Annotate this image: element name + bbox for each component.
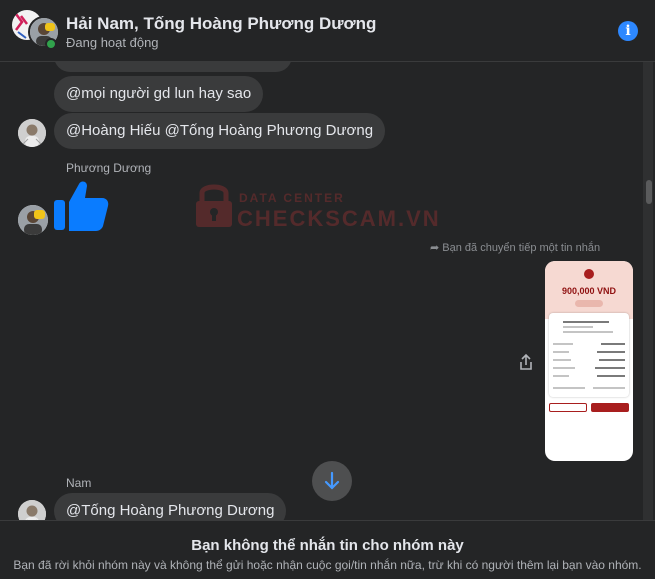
forwarded-text: Bạn đã chuyển tiếp một tin nhắn	[442, 242, 601, 254]
receipt-pill	[575, 300, 603, 307]
group-avatar[interactable]	[12, 10, 60, 50]
sender-name: Nam	[66, 476, 92, 490]
chat-header: Hải Nam, Tống Hoàng Phương Dương Đang ho…	[0, 0, 655, 62]
watermark-line-1: DATA CENTER	[239, 191, 345, 205]
arrow-down-icon	[324, 471, 340, 490]
notice-title: Bạn không thể nhắn tin cho nhóm này	[191, 537, 464, 554]
online-status-dot	[45, 38, 57, 50]
active-status: Đang hoạt động	[66, 35, 159, 50]
share-icon[interactable]	[516, 352, 536, 372]
scrollbar-thumb[interactable]	[646, 180, 652, 204]
avatar[interactable]	[18, 205, 48, 235]
forwarded-image-receipt[interactable]: 900,000 VND	[545, 261, 633, 461]
avatar[interactable]	[18, 119, 46, 147]
receipt-button-filled	[591, 403, 629, 412]
chat-title[interactable]: Hải Nam, Tống Hoàng Phương Dương	[66, 14, 376, 34]
thumbs-up-icon[interactable]	[52, 176, 110, 234]
receipt-details	[549, 313, 629, 397]
scrollbar-track[interactable]	[643, 62, 653, 520]
receipt-button-outline	[549, 403, 587, 412]
forwarded-note: ➦ Bạn đã chuyển tiếp một tin nhắn	[430, 241, 600, 254]
message-list[interactable]: @mọi người gd lun hay sao @Hoàng Hiếu @T…	[0, 62, 655, 520]
message-bubble[interactable]: @Tống Hoàng Phương Dương	[54, 493, 287, 520]
lock-icon	[196, 184, 232, 227]
watermark-line-2: CHECKSCAM.VN	[237, 206, 441, 231]
message-bubble[interactable]: @mọi người gd lun hay sao	[54, 76, 264, 112]
receipt-amount: 900,000 VND	[561, 286, 617, 296]
sender-name: Phương Dương	[66, 161, 152, 175]
message-bubble-partial[interactable]	[54, 62, 292, 72]
info-icon[interactable]: i	[618, 21, 638, 41]
message-bubble[interactable]: @Hoàng Hiếu @Tống Hoàng Phương Dương	[54, 113, 386, 149]
scroll-to-bottom-button[interactable]	[312, 461, 352, 501]
notice-subtitle: Bạn đã rời khỏi nhóm này và không thể gử…	[13, 558, 642, 572]
forward-icon: ➦	[430, 242, 443, 254]
avatar[interactable]	[18, 500, 46, 520]
footer-notice: Bạn không thể nhắn tin cho nhóm này Bạn …	[0, 520, 655, 579]
check-icon	[584, 269, 594, 279]
